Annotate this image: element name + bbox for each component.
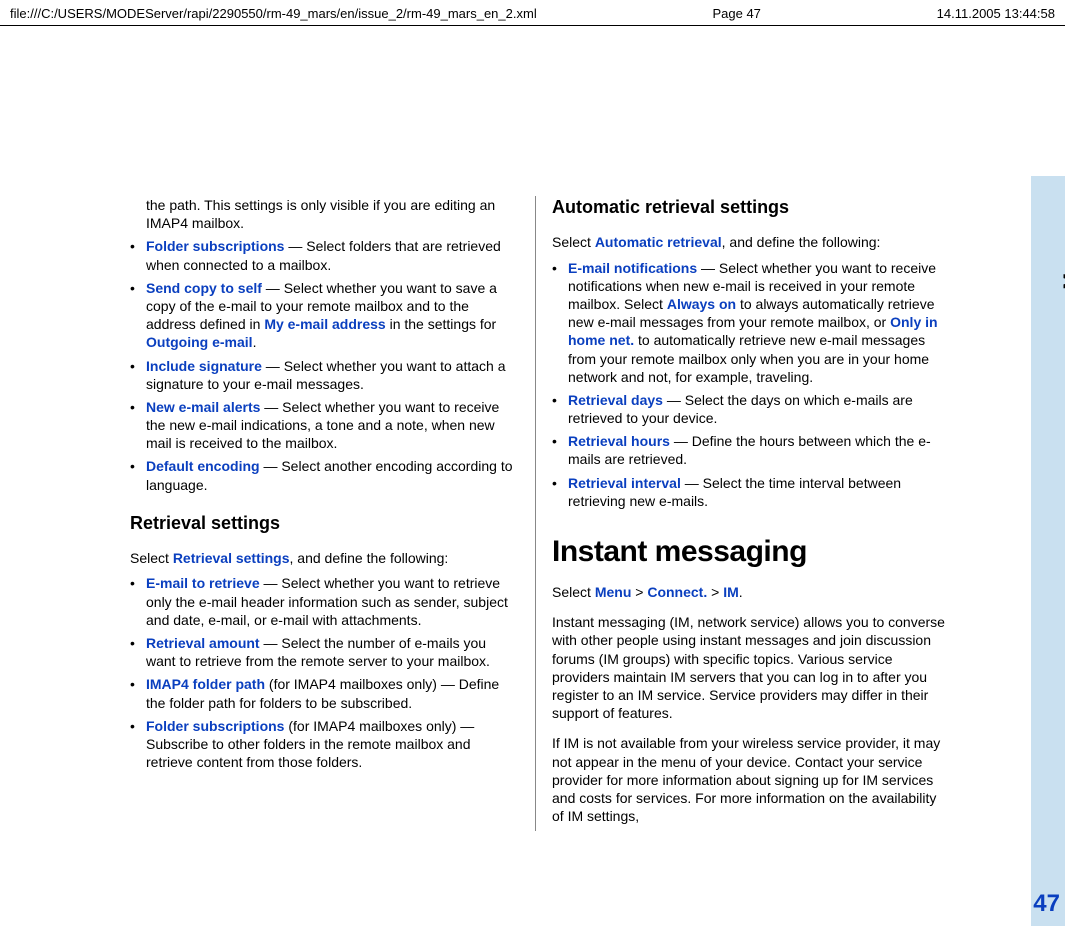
list-text: E-mail notifications — Select whether yo…	[568, 259, 946, 386]
term: E-mail to retrieve	[146, 575, 260, 591]
term: Folder subscriptions	[146, 718, 284, 734]
paragraph: Instant messaging (IM, network service) …	[552, 607, 946, 728]
bullet-icon: •	[552, 432, 568, 468]
intro-text: Select Automatic retrieval, and define t…	[552, 227, 946, 257]
page-number: 47	[1033, 890, 1060, 918]
bullet-icon: •	[130, 457, 146, 493]
term: Include signature	[146, 358, 262, 374]
paragraph: If IM is not available from your wireles…	[552, 728, 946, 831]
term: Default encoding	[146, 458, 260, 474]
term: Send copy to self	[146, 280, 262, 296]
desc: .	[253, 334, 257, 350]
bullet-icon: •	[552, 391, 568, 427]
text: .	[739, 584, 743, 600]
bullet-icon: •	[130, 634, 146, 670]
list-text: Send copy to self — Select whether you w…	[146, 279, 519, 352]
term: My e-mail address	[264, 316, 385, 332]
list-text: Retrieval interval — Select the time int…	[568, 474, 946, 510]
section-heading: Retrieval settings	[130, 498, 519, 543]
bullet-icon: •	[552, 259, 568, 386]
list-text: Folder subscriptions — Select folders th…	[146, 237, 519, 273]
bullet-icon: •	[130, 675, 146, 711]
list-item: •Retrieval interval — Select the time in…	[552, 473, 946, 514]
term: IM	[723, 584, 739, 600]
list-item: •E-mail notifications — Select whether y…	[552, 258, 946, 390]
list-text: Retrieval hours — Define the hours betwe…	[568, 432, 946, 468]
bullet-icon: •	[130, 279, 146, 352]
list-item: •Retrieval days — Select the days on whi…	[552, 390, 946, 431]
bullet-icon: •	[130, 717, 146, 772]
list-text: Default encoding — Select another encodi…	[146, 457, 519, 493]
intro-text: Select Retrieval settings, and define th…	[130, 543, 519, 573]
list-item: •Default encoding — Select another encod…	[130, 456, 519, 497]
list-text: New e-mail alerts — Select whether you w…	[146, 398, 519, 453]
continuation-text: the path. This settings is only visible …	[130, 196, 519, 236]
term: Retrieval days	[568, 392, 663, 408]
list-item: •Retrieval amount — Select the number of…	[130, 633, 519, 674]
list-text: Folder subscriptions (for IMAP4 mailboxe…	[146, 717, 519, 772]
term: Menu	[595, 584, 632, 600]
list-item: •Folder subscriptions (for IMAP4 mailbox…	[130, 716, 519, 776]
term: Folder subscriptions	[146, 238, 284, 254]
list-item: •Send copy to self — Select whether you …	[130, 278, 519, 356]
list-text: IMAP4 folder path (for IMAP4 mailboxes o…	[146, 675, 519, 711]
list-text: Retrieval days — Select the days on whic…	[568, 391, 946, 427]
term: Retrieval amount	[146, 635, 260, 651]
term: Retrieval interval	[568, 475, 681, 491]
bullet-icon: •	[130, 357, 146, 393]
text: Select	[130, 550, 173, 566]
side-tab: Messages 47	[1031, 176, 1065, 926]
right-column: Automatic retrieval settings Select Auto…	[536, 196, 946, 831]
list-text: Retrieval amount — Select the number of …	[146, 634, 519, 670]
term: IMAP4 folder path	[146, 676, 265, 692]
left-column: the path. This settings is only visible …	[130, 196, 536, 831]
page-indicator: Page 47	[712, 6, 760, 21]
page-body: Messages 47 the path. This settings is o…	[0, 26, 1065, 924]
file-path: file:///C:/USERS/MODEServer/rapi/2290550…	[10, 6, 537, 21]
term: Connect.	[647, 584, 707, 600]
bullet-icon: •	[130, 574, 146, 629]
list-item: •Include signature — Select whether you …	[130, 356, 519, 397]
bullet-icon: •	[552, 474, 568, 510]
term: New e-mail alerts	[146, 399, 260, 415]
bullet-icon: •	[130, 398, 146, 453]
list-text: E-mail to retrieve — Select whether you …	[146, 574, 519, 629]
text: , and define the following:	[290, 550, 449, 566]
list-item: •E-mail to retrieve — Select whether you…	[130, 573, 519, 633]
retrieval-settings-list: •E-mail to retrieve — Select whether you…	[130, 573, 519, 775]
text: Select	[552, 234, 595, 250]
user-settings-list: •Folder subscriptions — Select folders t…	[130, 236, 519, 497]
term: Retrieval settings	[173, 550, 290, 566]
content-columns: the path. This settings is only visible …	[0, 26, 1065, 841]
text: , and define the following:	[722, 234, 881, 250]
timestamp: 14.11.2005 13:44:58	[937, 6, 1055, 21]
list-text: Include signature — Select whether you w…	[146, 357, 519, 393]
term: Outgoing e-mail	[146, 334, 253, 350]
sep: >	[707, 584, 723, 600]
list-item: •New e-mail alerts — Select whether you …	[130, 397, 519, 457]
bullet-icon: •	[130, 237, 146, 273]
list-item: •Retrieval hours — Define the hours betw…	[552, 431, 946, 472]
list-item: •Folder subscriptions — Select folders t…	[130, 236, 519, 277]
print-header: file:///C:/USERS/MODEServer/rapi/2290550…	[0, 0, 1065, 26]
section-heading: Automatic retrieval settings	[552, 196, 946, 227]
desc: in the settings for	[386, 316, 497, 332]
text: Select	[552, 584, 595, 600]
menu-path: Select Menu > Connect. > IM.	[552, 577, 946, 607]
term: Automatic retrieval	[595, 234, 722, 250]
term: Always on	[667, 296, 736, 312]
term: Retrieval hours	[568, 433, 670, 449]
term: E-mail notifications	[568, 260, 697, 276]
list-item: •IMAP4 folder path (for IMAP4 mailboxes …	[130, 674, 519, 715]
auto-retrieval-list: •E-mail notifications — Select whether y…	[552, 258, 946, 514]
side-tab-label: Messages	[1061, 194, 1065, 290]
sep: >	[631, 584, 647, 600]
chapter-heading: Instant messaging	[552, 514, 946, 577]
